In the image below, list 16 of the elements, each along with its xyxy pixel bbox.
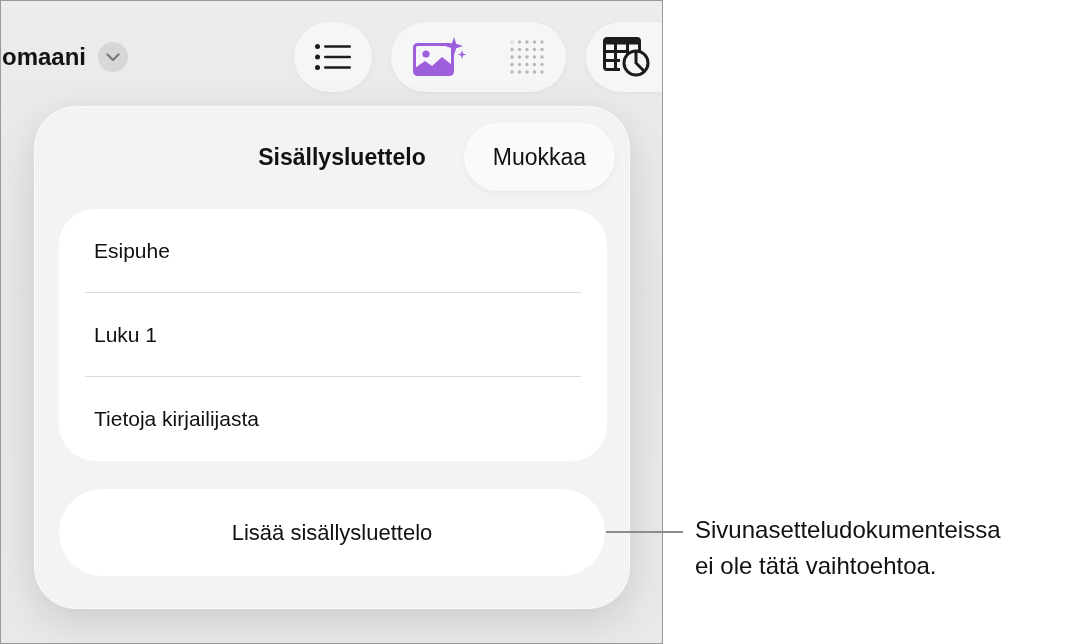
list-icon <box>315 44 352 70</box>
toc-entry[interactable]: Esipuhe <box>85 209 581 293</box>
toc-entry[interactable]: Tietoja kirjailijasta <box>85 377 581 461</box>
chevron-down-icon <box>106 52 121 62</box>
table-chart-button[interactable] <box>603 37 652 77</box>
title-menu-button[interactable] <box>98 42 129 72</box>
toc-entry[interactable]: Luku 1 <box>85 293 581 377</box>
image-sparkle-icon <box>412 37 467 77</box>
add-toc-button[interactable]: Lisää sisällysluettelo <box>59 489 605 576</box>
document-title: omaani <box>2 43 87 71</box>
table-chart-icon <box>603 37 652 77</box>
callout-text: Sivunasetteludokumenteissa ei ole tätä vaihtoehtoa. <box>695 515 1002 581</box>
dot-grid-icon <box>510 40 545 74</box>
popover-title: Sisällysluettelo <box>258 143 426 171</box>
edit-button[interactable]: Muokkaa <box>464 123 615 191</box>
media-button[interactable] <box>412 37 467 77</box>
